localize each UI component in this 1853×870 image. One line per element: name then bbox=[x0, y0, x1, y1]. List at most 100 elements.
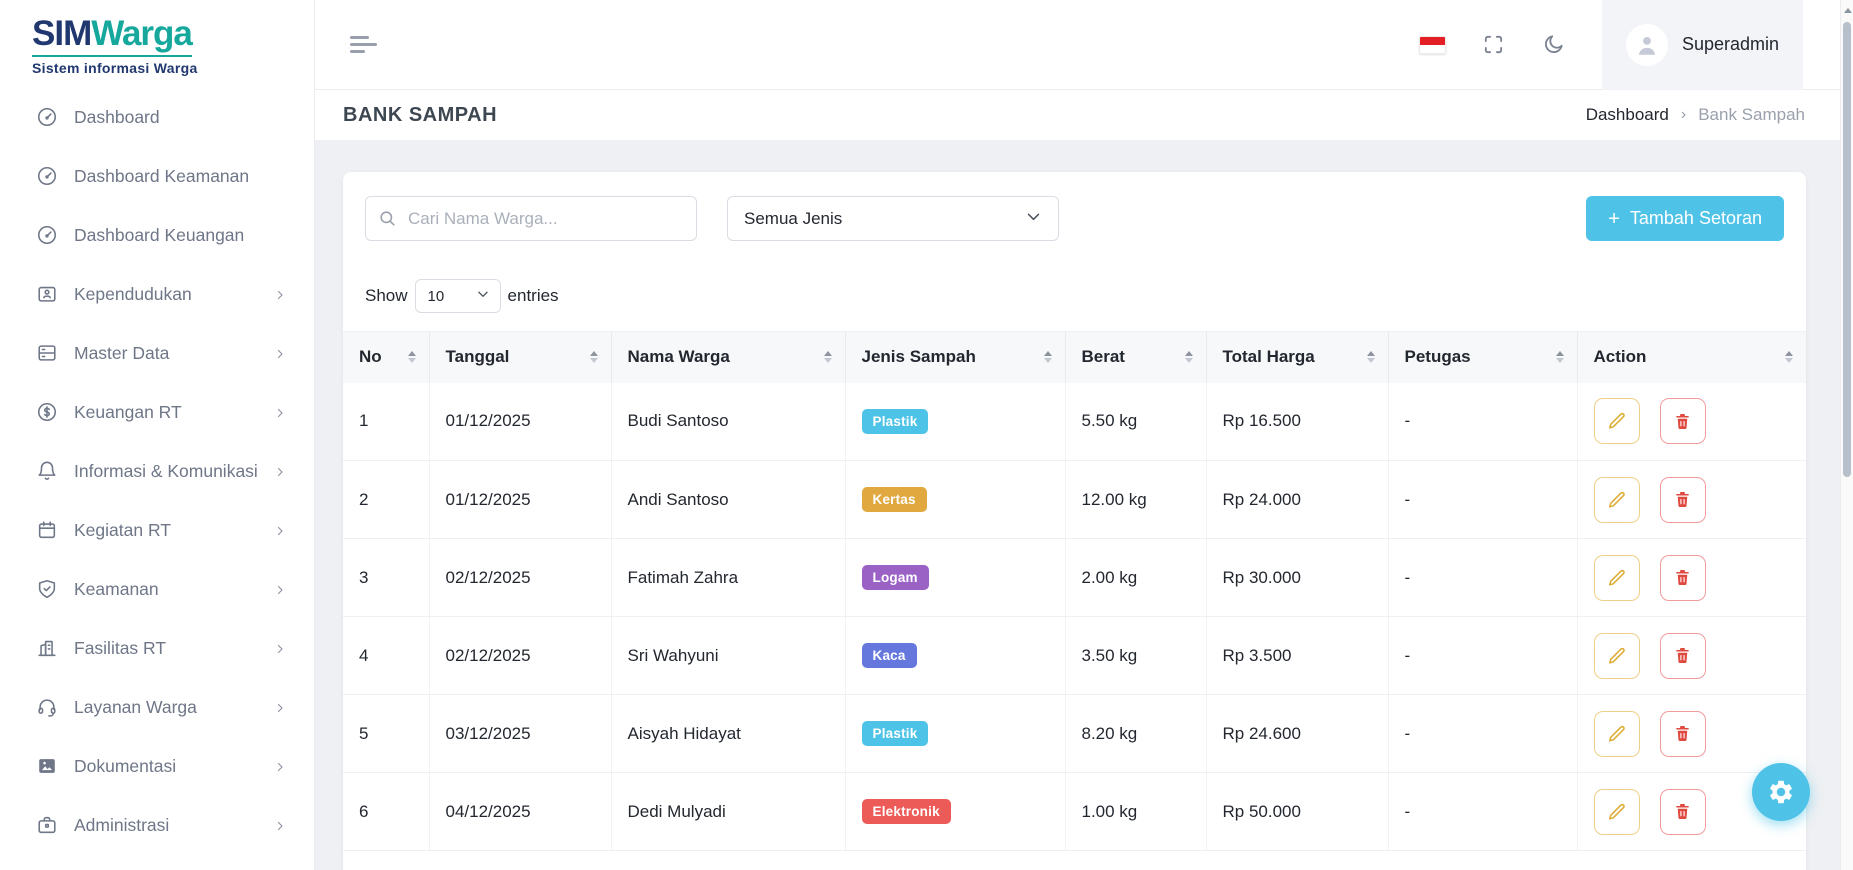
edit-button[interactable] bbox=[1594, 398, 1640, 444]
cell-berat: 1.00 kg bbox=[1065, 773, 1206, 851]
table-row: 1 01/12/2025 Budi Santoso Plastik 5.50 k… bbox=[343, 383, 1806, 461]
jenis-badge: Kertas bbox=[862, 487, 927, 512]
column-header-berat[interactable]: Berat bbox=[1065, 332, 1206, 383]
cell-nama: Budi Santoso bbox=[611, 383, 845, 461]
filter-row: Semua Jenis + Tambah Setoran bbox=[343, 172, 1806, 241]
sidebar-item-dokumentasi[interactable]: Dokumentasi bbox=[0, 737, 314, 796]
cell-tanggal: 02/12/2025 bbox=[429, 617, 611, 695]
cell-total: Rp 30.000 bbox=[1206, 539, 1388, 617]
content: Semua Jenis + Tambah Setoran Show 10 ent… bbox=[315, 140, 1853, 870]
sidebar-menu: Dashboard Dashboard Keamanan Dashboard K… bbox=[0, 88, 314, 855]
search-box bbox=[365, 196, 697, 241]
cell-total: Rp 16.500 bbox=[1206, 383, 1388, 461]
cell-jenis: Kertas bbox=[845, 461, 1065, 539]
cell-jenis: Plastik bbox=[845, 695, 1065, 773]
delete-button[interactable] bbox=[1660, 633, 1706, 679]
main-area: Superadmin BANK SAMPAH Dashboard › Bank … bbox=[315, 0, 1853, 870]
sidebar-item-dashboard[interactable]: Dashboard bbox=[0, 88, 314, 147]
bank-sampah-card: Semua Jenis + Tambah Setoran Show 10 ent… bbox=[343, 172, 1806, 870]
scrollbar[interactable] bbox=[1840, 0, 1853, 870]
edit-button[interactable] bbox=[1594, 477, 1640, 523]
delete-button[interactable] bbox=[1660, 711, 1706, 757]
app-logo[interactable]: SIMWarga Sistem informasi Warga bbox=[0, 0, 314, 84]
chevron-right-icon bbox=[274, 819, 286, 831]
column-header-tanggal[interactable]: Tanggal bbox=[429, 332, 611, 383]
sort-icon bbox=[1185, 351, 1193, 363]
column-header-total-harga[interactable]: Total Harga bbox=[1206, 332, 1388, 383]
settings-fab[interactable] bbox=[1752, 763, 1810, 821]
cell-no: 2 bbox=[343, 461, 429, 539]
chevron-right-icon bbox=[274, 701, 286, 713]
sidebar-item-kegiatan-rt[interactable]: Kegiatan RT bbox=[0, 501, 314, 560]
search-input[interactable] bbox=[365, 196, 697, 241]
cell-berat: 12.00 kg bbox=[1065, 461, 1206, 539]
delete-button[interactable] bbox=[1660, 398, 1706, 444]
jenis-badge: Logam bbox=[862, 565, 929, 590]
sidebar-item-keamanan[interactable]: Keamanan bbox=[0, 560, 314, 619]
indonesia-flag-icon[interactable] bbox=[1419, 36, 1446, 54]
delete-button[interactable] bbox=[1660, 789, 1706, 835]
chevron-right-icon bbox=[274, 406, 286, 418]
sidebar-item-kependudukan[interactable]: Kependudukan bbox=[0, 265, 314, 324]
building-icon bbox=[36, 637, 58, 659]
cell-total: Rp 24.600 bbox=[1206, 695, 1388, 773]
delete-button[interactable] bbox=[1660, 477, 1706, 523]
avatar bbox=[1626, 24, 1668, 66]
headset-icon bbox=[36, 696, 58, 718]
trash-icon bbox=[1673, 802, 1692, 821]
user-menu[interactable]: Superadmin bbox=[1602, 0, 1803, 90]
sidebar-item-fasilitas-rt[interactable]: Fasilitas RT bbox=[0, 619, 314, 678]
sidebar-item-administrasi[interactable]: Administrasi bbox=[0, 796, 314, 855]
scrollbar-thumb[interactable] bbox=[1843, 22, 1851, 477]
column-header-nama-warga[interactable]: Nama Warga bbox=[611, 332, 845, 383]
menu-toggle-button[interactable] bbox=[350, 36, 378, 53]
cell-tanggal: 01/12/2025 bbox=[429, 383, 611, 461]
edit-button[interactable] bbox=[1594, 711, 1640, 757]
chevron-right-icon bbox=[274, 465, 286, 477]
cell-petugas: - bbox=[1388, 383, 1577, 461]
search-icon bbox=[378, 209, 397, 228]
jenis-filter-select[interactable]: Semua Jenis bbox=[727, 196, 1059, 241]
table-row: 3 02/12/2025 Fatimah Zahra Logam 2.00 kg… bbox=[343, 539, 1806, 617]
sidebar-item-dashboard-keamanan[interactable]: Dashboard Keamanan bbox=[0, 147, 314, 206]
edit-button[interactable] bbox=[1594, 633, 1640, 679]
cell-nama: Sri Wahyuni bbox=[611, 617, 845, 695]
sort-icon bbox=[408, 351, 416, 363]
entries-label: entries bbox=[508, 286, 559, 306]
sidebar-item-master-data[interactable]: Master Data bbox=[0, 324, 314, 383]
cell-nama: Dedi Mulyadi bbox=[611, 773, 845, 851]
edit-button[interactable] bbox=[1594, 789, 1640, 835]
sort-icon bbox=[1367, 351, 1375, 363]
column-header-jenis-sampah[interactable]: Jenis Sampah bbox=[845, 332, 1065, 383]
breadcrumb-dashboard-link[interactable]: Dashboard bbox=[1586, 105, 1669, 125]
trash-icon bbox=[1673, 724, 1692, 743]
cell-berat: 8.20 kg bbox=[1065, 695, 1206, 773]
column-header-action[interactable]: Action bbox=[1577, 332, 1806, 383]
cell-action bbox=[1577, 461, 1806, 539]
sidebar-item-informasi-komunikasi[interactable]: Informasi & Komunikasi bbox=[0, 442, 314, 501]
sidebar-item-keuangan-rt[interactable]: Keuangan RT bbox=[0, 383, 314, 442]
jenis-badge: Elektronik bbox=[862, 799, 951, 824]
sidebar-item-layanan-warga[interactable]: Layanan Warga bbox=[0, 678, 314, 737]
edit-button[interactable] bbox=[1594, 555, 1640, 601]
pencil-icon bbox=[1607, 490, 1627, 510]
add-setoran-button[interactable]: + Tambah Setoran bbox=[1586, 196, 1784, 241]
entries-select[interactable]: 10 bbox=[415, 279, 501, 313]
scrollbar-up-icon[interactable] bbox=[1844, 8, 1852, 13]
cell-no: 6 bbox=[343, 773, 429, 851]
sidebar-item-dashboard-keuangan[interactable]: Dashboard Keuangan bbox=[0, 206, 314, 265]
column-header-petugas[interactable]: Petugas bbox=[1388, 332, 1577, 383]
fullscreen-icon[interactable] bbox=[1482, 33, 1506, 57]
sidebar-item-label: Layanan Warga bbox=[74, 697, 274, 718]
breadcrumb-current: Bank Sampah bbox=[1698, 105, 1805, 125]
gauge-icon bbox=[36, 106, 58, 128]
table-row: 6 04/12/2025 Dedi Mulyadi Elektronik 1.0… bbox=[343, 773, 1806, 851]
cell-action bbox=[1577, 539, 1806, 617]
jenis-filter-value: Semua Jenis bbox=[744, 209, 1025, 229]
cell-tanggal: 01/12/2025 bbox=[429, 461, 611, 539]
moon-icon[interactable] bbox=[1542, 33, 1566, 57]
delete-button[interactable] bbox=[1660, 555, 1706, 601]
chevron-down-icon bbox=[1025, 208, 1042, 230]
user-name: Superadmin bbox=[1682, 34, 1779, 55]
column-header-no[interactable]: No bbox=[343, 332, 429, 383]
